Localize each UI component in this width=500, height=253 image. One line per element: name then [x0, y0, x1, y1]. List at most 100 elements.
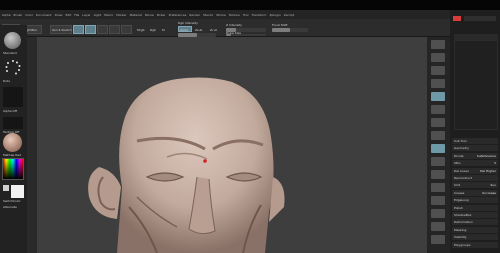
- aahalf-icon[interactable]: [431, 92, 445, 101]
- panel-row[interactable]: Divide SubDivisions: [452, 152, 498, 159]
- panel-row[interactable]: Visibility: [452, 234, 498, 241]
- cursor-marker: [203, 159, 207, 163]
- panel-row-label: EdgeLoop: [454, 198, 469, 203]
- draw-button[interactable]: [85, 25, 96, 34]
- move-button[interactable]: [97, 25, 108, 34]
- panel-row[interactable]: Deformation: [452, 219, 498, 226]
- menu-item-brush[interactable]: Brush: [14, 13, 23, 17]
- frame-icon[interactable]: [431, 157, 445, 166]
- panel-row[interactable]: SDiv 5: [452, 160, 498, 167]
- focal-shift-slider[interactable]: [272, 28, 308, 32]
- zadd-label: Zadd: [180, 28, 188, 32]
- menu-item-stroke[interactable]: Stroke: [216, 13, 226, 17]
- panel-row[interactable]: Sub Tool: [452, 138, 498, 144]
- panel-row-label: Reconstruct: [454, 176, 472, 180]
- panel-row[interactable]: Smt Suv: [452, 182, 498, 189]
- mrgb-label[interactable]: Mrgb: [137, 28, 145, 32]
- panel-row[interactable]: Polish: [452, 204, 498, 211]
- menu-item-alpha[interactable]: Alpha: [2, 13, 11, 17]
- menu-item-material[interactable]: Material: [130, 13, 142, 17]
- dots-stroke-icon[interactable]: [4, 59, 22, 77]
- floor-icon[interactable]: [431, 118, 445, 127]
- persp-icon[interactable]: [431, 105, 445, 114]
- zoom-icon[interactable]: [431, 66, 445, 75]
- panel-row-value: 5: [494, 161, 496, 166]
- brush-label: Standard: [3, 51, 17, 55]
- secondary-color-swatch[interactable]: [11, 185, 24, 198]
- panel-row[interactable]: Reconstruct: [452, 175, 498, 181]
- panel-row-value: Del Higher: [480, 168, 496, 173]
- z-intensity-label: Z Intensity: [226, 23, 243, 27]
- menu-item-draw[interactable]: Draw: [55, 13, 63, 17]
- panel-row[interactable]: Polygroups: [452, 241, 498, 248]
- menu-item-macro[interactable]: Macro: [104, 13, 113, 17]
- switch-color-label[interactable]: SwitchColor: [3, 199, 21, 203]
- menu-item-render[interactable]: Render: [189, 13, 200, 17]
- texture-off-icon[interactable]: [3, 117, 23, 129]
- rgb-label[interactable]: Rgb: [150, 28, 156, 32]
- menu-item-light[interactable]: Light: [94, 13, 102, 17]
- alpha-off-icon[interactable]: [3, 87, 23, 107]
- left-shelf: Standard Dots Alpha Off Texture Off MatC…: [0, 25, 27, 253]
- rotate-button[interactable]: [121, 25, 132, 34]
- panel-row[interactable]: Masking: [452, 226, 498, 233]
- panel-row[interactable]: EdgeLoop: [452, 197, 498, 204]
- menu-item-transform[interactable]: Transform: [252, 13, 267, 17]
- rgb-intensity-label: Rgb Intensity: [178, 21, 198, 25]
- menu-item-marker[interactable]: Marker: [116, 13, 126, 17]
- subtool-list[interactable]: [454, 40, 498, 130]
- panel-row[interactable]: Crease Uncrease: [452, 189, 498, 196]
- panel-row-value: Uncrease: [481, 190, 496, 195]
- menu-item-tool[interactable]: Tool: [243, 13, 249, 17]
- menu-item-texture[interactable]: Texture: [229, 13, 240, 17]
- panel-row[interactable]: Del Lower Del Higher: [452, 167, 498, 174]
- menu-bar: Alpha Brush Color Document Draw Edit File Layer…: [0, 10, 500, 19]
- scroll-icon[interactable]: [431, 53, 445, 62]
- panel-row-label: Del Lower: [454, 168, 469, 173]
- menu-item-layer[interactable]: Layer: [82, 13, 90, 17]
- material-sphere-icon[interactable]: [3, 133, 22, 152]
- local-icon[interactable]: [431, 131, 445, 140]
- panel-row-label: Sub Tool: [454, 139, 467, 143]
- right-shelf: [427, 37, 450, 253]
- actual-icon[interactable]: [431, 79, 445, 88]
- panel-row[interactable]: ShadowBox: [452, 212, 498, 218]
- menu-item-document[interactable]: Document: [36, 13, 52, 17]
- panel-row-value: Suv: [490, 183, 496, 188]
- bpr-icon[interactable]: [431, 40, 445, 49]
- menu-item-file[interactable]: File: [74, 13, 79, 17]
- standard-brush-icon[interactable]: [4, 32, 21, 49]
- scale-button[interactable]: [109, 25, 120, 34]
- panel-row[interactable]: Geometry: [452, 145, 498, 152]
- menu-item-zplugin[interactable]: Zplugin: [269, 13, 280, 17]
- move-icon[interactable]: [431, 170, 445, 179]
- transp-icon[interactable]: [431, 222, 445, 231]
- quick-sketch-button[interactable]: Quick Sketch: [50, 25, 72, 34]
- document-canvas[interactable]: [37, 37, 427, 253]
- menu-item-zscript[interactable]: Zscript: [284, 13, 294, 17]
- scale-icon[interactable]: [431, 183, 445, 192]
- m-label[interactable]: M: [162, 28, 165, 32]
- left-gutter: [27, 37, 37, 253]
- main-color-swatch[interactable]: [3, 185, 9, 191]
- red-indicator-icon: [453, 16, 461, 21]
- color-picker[interactable]: [2, 158, 24, 180]
- zsub-label[interactable]: Zsub: [195, 28, 202, 32]
- polyf-icon[interactable]: [431, 209, 445, 218]
- menu-item-movie[interactable]: Movie: [145, 13, 154, 17]
- rotate-icon[interactable]: [431, 196, 445, 205]
- edit-button[interactable]: [73, 25, 84, 34]
- panel-row-label: Visibility: [454, 235, 467, 240]
- draw-size-slider[interactable]: [226, 34, 266, 36]
- menu-item-picker[interactable]: Picker: [157, 13, 166, 17]
- menu-item-color[interactable]: Color: [25, 13, 33, 17]
- menu-item-stencil[interactable]: Stencil: [203, 13, 213, 17]
- zadd-button[interactable]: Zadd: [178, 26, 192, 32]
- solo-icon[interactable]: [431, 235, 445, 244]
- menu-item-edit[interactable]: Edit: [65, 13, 71, 17]
- panel-row-label: Smt: [454, 183, 461, 188]
- xyz-icon[interactable]: [431, 144, 445, 153]
- zcut-label[interactable]: Zcut: [210, 28, 217, 32]
- menu-item-preferences[interactable]: Preferences: [169, 13, 187, 17]
- alternate-label[interactable]: Alternate: [3, 205, 17, 209]
